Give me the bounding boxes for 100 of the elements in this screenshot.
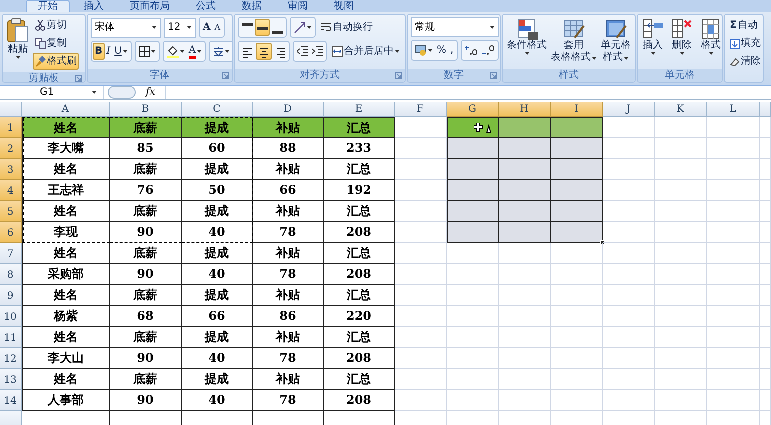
row-header[interactable]: 1 [0, 117, 22, 138]
shrink-font-button[interactable]: A [212, 19, 223, 36]
grow-font-button[interactable]: A [201, 19, 213, 36]
name-box[interactable]: G1 [0, 86, 104, 99]
accounting-format-button[interactable] [413, 42, 435, 59]
empty-cell [707, 159, 760, 180]
row-header[interactable]: 6 [0, 222, 22, 243]
row-header[interactable]: 8 [0, 264, 22, 285]
font-size-dropdown[interactable]: 12 [164, 18, 196, 38]
button-label: 表格格式 [551, 52, 591, 64]
table-cell: 90 [110, 264, 182, 285]
number-format-dropdown[interactable]: 常规 [411, 17, 499, 37]
toolbar-button[interactable]: 格式刷 [33, 53, 79, 70]
column-header[interactable]: C [182, 102, 253, 117]
cells-button[interactable]: 插入 [641, 17, 665, 56]
ribbon-tab[interactable]: 视图 [322, 0, 366, 12]
row-header[interactable]: 9 [0, 285, 22, 306]
font-name-dropdown[interactable]: 宋体 [91, 18, 161, 38]
table-cell: 汇总 [324, 243, 395, 264]
column-header[interactable]: A [22, 102, 110, 117]
column-header[interactable]: G [447, 102, 499, 117]
style-button[interactable]: 条件格式 [506, 17, 548, 56]
empty-cell [760, 201, 771, 222]
eraser-icon [730, 56, 740, 66]
column-header[interactable]: H [499, 102, 551, 117]
column-header[interactable]: F [395, 102, 447, 117]
empty-cell [707, 348, 760, 369]
table-cell: 补贴 [253, 117, 324, 138]
table-cell: 李大山 [22, 348, 110, 369]
toolbar-button[interactable]: 复制 [33, 35, 79, 52]
italic-button[interactable]: I [104, 43, 113, 60]
empty-cell [447, 327, 499, 348]
button-label: 条件格式 [507, 40, 547, 52]
borders-button[interactable] [136, 43, 158, 60]
empty-cell [655, 285, 707, 306]
font-size: 12 [168, 21, 181, 35]
table-cell: 姓名 [22, 369, 110, 390]
align-button[interactable] [256, 43, 272, 60]
comma-button[interactable]: , [448, 42, 456, 59]
table-cell: 60 [182, 138, 253, 159]
table-cell: 杨紫 [22, 306, 110, 327]
editing-button[interactable]: 填充 [728, 35, 763, 52]
fill-handle[interactable] [600, 240, 605, 245]
style-button[interactable]: 单元格 样式 [600, 17, 632, 65]
caret-icon [307, 26, 312, 29]
empty-cell [707, 285, 760, 306]
column-header[interactable]: B [110, 102, 182, 117]
row-header[interactable]: 10 [0, 306, 22, 327]
table-cell: 王志祥 [22, 180, 110, 201]
table-cell: 姓名 [22, 159, 110, 180]
table-cell: 提成 [182, 327, 253, 348]
editing-button[interactable]: 清除 [728, 53, 763, 70]
column-header[interactable]: I [551, 102, 603, 117]
bold-button[interactable]: B [93, 43, 105, 60]
vertical-align-icon [242, 22, 253, 26]
row-header[interactable]: 13 [0, 369, 22, 390]
column-header[interactable]: K [655, 102, 707, 117]
table-cell: 90 [110, 390, 182, 411]
table-cell: 姓名 [22, 243, 110, 264]
column-header[interactable]: J [603, 102, 655, 117]
row-header[interactable]: 14 [0, 390, 22, 411]
ribbon-tab[interactable]: 审阅 [276, 0, 320, 12]
merge-center-button[interactable]: 合并后居中 [330, 43, 402, 60]
row-header[interactable]: 2 [0, 138, 22, 159]
row-header[interactable]: 11 [0, 327, 22, 348]
cells-button[interactable]: 删除 [670, 17, 694, 56]
percent-button[interactable]: % [435, 42, 449, 59]
table-cell: 76 [110, 180, 182, 201]
ribbon-tab[interactable]: 插入 [72, 0, 116, 12]
ribbon-tab[interactable]: 数据 [230, 0, 274, 12]
underline-button[interactable]: U [112, 43, 130, 60]
empty-cell [551, 369, 603, 390]
insert-function-button[interactable]: fx [140, 85, 162, 100]
column-header[interactable]: D [253, 102, 324, 117]
empty-cell [603, 369, 655, 390]
ribbon-tab[interactable]: 页面布局 [118, 0, 182, 12]
toolbar-button[interactable]: 剪切 [33, 17, 79, 34]
column-header[interactable]: E [324, 102, 395, 117]
style-button[interactable]: 套用 表格格式 [550, 17, 598, 65]
empty-cell [395, 327, 447, 348]
row-header[interactable]: 7 [0, 243, 22, 264]
column-header[interactable]: L [707, 102, 760, 117]
table-cell: 220 [324, 306, 395, 327]
row-header[interactable]: 4 [0, 180, 22, 201]
align-center-icon [258, 46, 270, 58]
row-header[interactable]: 12 [0, 348, 22, 369]
row-header[interactable]: 5 [0, 201, 22, 222]
empty-cell [707, 201, 760, 222]
fill-bucket-icon [166, 46, 179, 58]
cells-button[interactable]: 格式 [699, 17, 722, 56]
row-header[interactable]: 3 [0, 159, 22, 180]
ribbon-tab[interactable]: 开始 [26, 0, 70, 12]
ribbon-tab[interactable]: 公式 [184, 0, 228, 12]
editing-button[interactable]: Σ 自动 [728, 17, 763, 34]
wrap-text-button[interactable]: 自动换行 [319, 19, 375, 36]
vertical-align-button[interactable] [255, 19, 270, 36]
empty-cell [603, 327, 655, 348]
table-cell: 补贴 [253, 285, 324, 306]
empty-cell [447, 264, 499, 285]
paste-button[interactable]: 粘贴 [6, 17, 30, 60]
